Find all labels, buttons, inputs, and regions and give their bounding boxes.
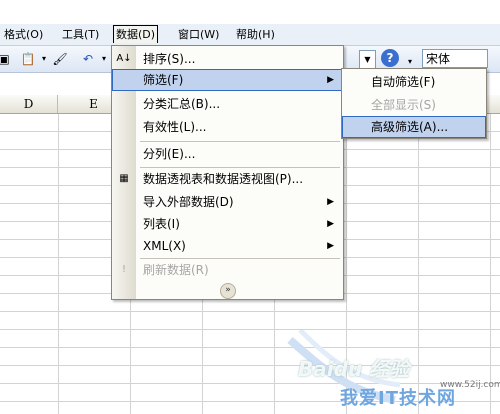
refresh-icon: ! — [121, 264, 126, 275]
menu-item-list[interactable]: 列表(I) ▶ — [112, 213, 343, 235]
submenu-arrow-icon: ▶ — [327, 75, 334, 85]
filter-submenu: 自动筛选(F) 全部显示(S) 高级筛选(A)... — [341, 68, 487, 139]
menu-window[interactable]: 窗口(W) — [178, 27, 219, 42]
paste-dropdown-icon[interactable]: ▾ — [36, 51, 52, 67]
menu-item-refresh-data: ! 刷新数据(R) — [112, 259, 343, 281]
undo-icon[interactable]: ↶ — [80, 51, 96, 67]
menu-item-import-external-data[interactable]: 导入外部数据(D) ▶ — [112, 191, 343, 213]
submenu-item-show-all: 全部显示(S) — [371, 98, 436, 112]
paste-icon[interactable]: 📋 — [20, 51, 36, 67]
menu-item-text-to-columns[interactable]: 分列(E)... — [112, 143, 343, 165]
submenu-arrow-icon: ▶ — [327, 241, 334, 251]
menu-item-subtotals[interactable]: 分类汇总(B)... — [112, 93, 343, 115]
menu-item-sort[interactable]: A↓ 排序(S)... — [112, 48, 343, 70]
pivot-table-icon: ▦ — [119, 173, 129, 184]
submenu-arrow-icon: ▶ — [327, 219, 334, 229]
sort-az-icon: A↓ — [116, 53, 132, 64]
copy-icon[interactable]: ▣ — [0, 51, 12, 67]
watermark-logo: Baidu 经验 — [298, 357, 410, 381]
menu-bar: 格式(O) 工具(T) 数据(D) 窗口(W) 帮助(H) — [0, 24, 500, 46]
help-icon[interactable]: ? — [381, 49, 399, 67]
column-header-d[interactable]: D — [0, 95, 58, 113]
menu-format[interactable]: 格式(O) — [4, 27, 43, 42]
data-menu: A↓ 排序(S)... 筛选(F) ▶ 分类汇总(B)... 有效性(L)...… — [111, 45, 344, 300]
menu-help[interactable]: 帮助(H) — [236, 27, 275, 42]
format-painter-icon[interactable]: 🖌 — [52, 51, 68, 67]
watermark-text: 我爱IT技术网 — [340, 388, 456, 409]
watermark-url: www.52ij.com — [440, 380, 500, 390]
font-name-field[interactable]: 宋体 — [422, 49, 488, 68]
menu-separator — [140, 141, 340, 142]
submenu-item-advanced-filter[interactable]: 高级筛选(A)... — [342, 116, 486, 138]
submenu-item-autofilter[interactable]: 自动筛选(F) — [342, 71, 486, 93]
expand-menu-icon[interactable]: » — [220, 283, 236, 299]
menu-item-xml[interactable]: XML(X) ▶ — [112, 235, 343, 257]
submenu-arrow-icon: ▶ — [327, 197, 334, 207]
zoom-dropdown-icon[interactable]: ▼ — [359, 50, 376, 69]
menu-item-pivot-table[interactable]: ▦ 数据透视表和数据透视图(P)... — [112, 168, 343, 190]
menu-tools[interactable]: 工具(T) — [62, 27, 99, 42]
menu-data[interactable]: 数据(D) — [113, 25, 159, 43]
menu-item-validation[interactable]: 有效性(L)... — [112, 116, 343, 138]
menu-item-filter[interactable]: 筛选(F) ▶ — [112, 69, 343, 91]
undo-dropdown-icon[interactable]: ▾ — [96, 51, 112, 67]
